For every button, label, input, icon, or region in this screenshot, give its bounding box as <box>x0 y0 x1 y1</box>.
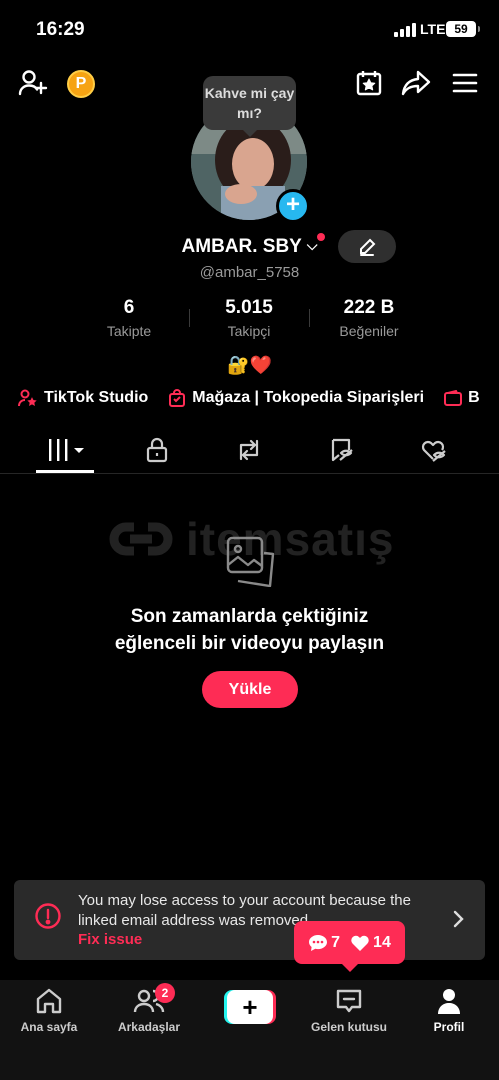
chevron-down-icon: ⌵ <box>306 237 318 253</box>
repost-icon <box>239 439 259 461</box>
home-icon <box>36 988 62 1014</box>
signal-icon <box>394 23 416 37</box>
edit-profile-button[interactable] <box>338 230 396 263</box>
liked-tab[interactable] <box>414 435 454 465</box>
followers-count: 5.015 <box>225 297 273 318</box>
create-icon: + <box>227 990 273 1024</box>
likes-count: 222 B <box>343 297 395 318</box>
empty-state-message: Son zamanlarda çektiğiniz eğlenceli bir … <box>114 606 385 654</box>
link-label: B <box>468 389 480 406</box>
friends-badge: 2 <box>155 983 175 1003</box>
coin-icon[interactable]: P <box>67 70 95 98</box>
private-tab[interactable] <box>137 435 177 465</box>
profile-handle: @ambar_5758 <box>199 264 300 281</box>
likes-stat[interactable]: 222 B Beğeniler <box>309 297 429 339</box>
share-icon[interactable] <box>399 66 433 100</box>
alert-circle-icon <box>35 903 61 929</box>
following-label: Takipte <box>106 323 152 339</box>
wallet-link[interactable]: B <box>444 389 480 407</box>
create-button[interactable]: + <box>224 990 276 1024</box>
nav-label: Gelen kutusu <box>310 1020 387 1034</box>
add-story-button[interactable]: + <box>276 189 310 223</box>
notification-dot <box>317 233 325 241</box>
repost-tab[interactable] <box>229 435 269 465</box>
calendar-star-icon[interactable] <box>352 66 386 100</box>
nav-label: Arkadaşlar <box>117 1020 181 1034</box>
shop-link[interactable]: Mağaza | Tokopedia Siparişleri <box>168 389 424 407</box>
followers-stat[interactable]: 5.015 Takipçi <box>189 297 309 339</box>
link-label: Mağaza | Tokopedia Siparişleri <box>192 389 425 406</box>
tiktok-studio-link[interactable]: TikTok Studio <box>18 389 148 407</box>
nav-friends[interactable]: Arkadaşlar <box>104 986 194 1034</box>
followers-label: Takipçi <box>227 323 271 339</box>
activity-popup[interactable]: 7 14 <box>294 921 405 972</box>
link-label: TikTok Studio <box>44 389 149 406</box>
comment-icon <box>309 934 328 951</box>
account-warning-banner[interactable]: You may lose access to your account beca… <box>14 880 485 960</box>
upload-button[interactable]: Yükle <box>202 671 298 708</box>
following-stat[interactable]: 6 Takipte <box>69 297 189 339</box>
watermark-text: itemsatış <box>186 513 395 565</box>
bookmark-hidden-icon <box>331 438 353 462</box>
nav-home[interactable]: Ana sayfa <box>4 986 94 1034</box>
heart-hidden-icon <box>421 440 446 462</box>
like-count: 14 <box>373 933 391 951</box>
active-tab-indicator <box>36 470 94 473</box>
following-count: 6 <box>123 297 135 318</box>
status-time: 16:29 <box>36 19 85 40</box>
battery-icon: 59 <box>446 21 480 37</box>
watermark-logo-icon <box>109 522 173 556</box>
grid-icon <box>49 439 84 461</box>
videos-grid-tab[interactable] <box>44 435 90 465</box>
photo-stack-icon <box>225 535 275 592</box>
nav-label: Profil <box>433 1020 465 1034</box>
nav-label: Ana sayfa <box>20 1020 78 1034</box>
person-star-icon <box>18 389 37 407</box>
menu-icon[interactable] <box>448 66 482 100</box>
inbox-icon <box>336 989 362 1013</box>
chevron-right-icon <box>453 910 464 928</box>
status-bar: 16:29 LTE 59 <box>0 0 499 56</box>
add-friend-icon[interactable] <box>16 66 50 100</box>
heart-icon <box>351 935 369 951</box>
nav-profile[interactable]: Profil <box>404 986 494 1034</box>
network-type: LTE <box>420 21 446 37</box>
shopping-bag-icon <box>169 389 186 407</box>
profile-links: TikTok Studio Mağaza | Tokopedia Sipariş… <box>18 389 480 407</box>
profile-bio: 🔐❤️ <box>227 355 272 375</box>
fix-issue-link[interactable]: Fix issue <box>78 931 142 948</box>
comment-count: 7 <box>331 933 341 951</box>
profile-icon <box>438 989 460 1014</box>
profile-name: AMBAR. SBY <box>181 236 302 257</box>
wallet-icon <box>444 390 463 406</box>
status-bubble[interactable]: Kahve mi çay mı? <box>203 76 296 137</box>
nav-inbox[interactable]: Gelen kutusu <box>304 986 394 1034</box>
pencil-icon <box>360 238 376 256</box>
favorites-tab[interactable] <box>322 435 362 465</box>
likes-label: Beğeniler <box>339 323 399 339</box>
profile-name-row[interactable]: AMBAR. SBY ⌵ <box>0 236 499 258</box>
lock-icon <box>146 437 168 463</box>
